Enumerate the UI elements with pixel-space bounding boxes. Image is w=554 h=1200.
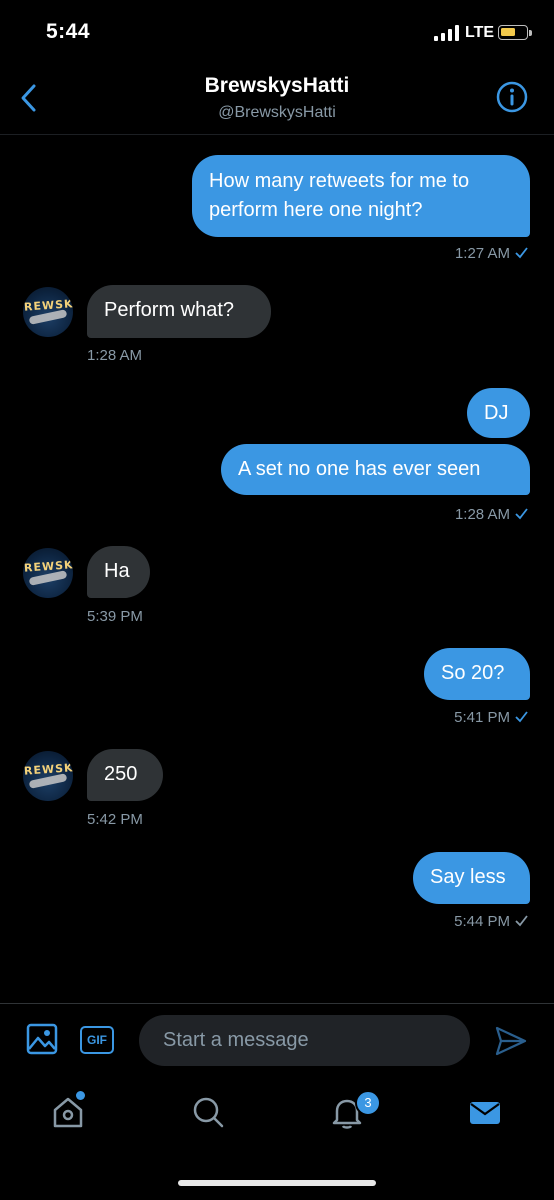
search-icon[interactable] <box>190 1094 226 1130</box>
read-check-icon <box>515 508 528 520</box>
message-bubble-incoming[interactable]: 250 <box>87 749 163 801</box>
network-type: LTE <box>465 24 495 41</box>
conversation-handle: @BrewskysHatti <box>218 104 336 121</box>
battery-icon <box>498 25 528 40</box>
header-divider <box>0 134 554 135</box>
message-timestamp: 5:41 PM <box>454 709 528 726</box>
sent-check-icon <box>515 915 528 927</box>
signal-strength-icon <box>434 25 459 41</box>
conversation-title: BrewskysHatti <box>204 74 350 97</box>
message-timestamp: 5:39 PM <box>87 608 143 625</box>
message-bubble-outgoing[interactable]: How many retweets for me to perform here… <box>192 155 530 237</box>
message-bubble-outgoing[interactable]: So 20? <box>424 648 530 700</box>
message-timestamp: 1:28 AM <box>455 506 528 523</box>
message-text-line: How many retweets for me to <box>209 170 470 192</box>
image-icon[interactable] <box>26 1023 58 1055</box>
message-bubble-incoming[interactable]: Perform what? <box>87 285 271 338</box>
notifications-badge: 3 <box>355 1090 381 1116</box>
composer-divider <box>0 1003 554 1004</box>
read-check-icon <box>515 711 528 723</box>
envelope-icon[interactable] <box>467 1094 503 1130</box>
message-bubble-outgoing[interactable]: DJ <box>467 388 530 438</box>
avatar[interactable]: REWSK <box>23 287 73 337</box>
battery-cap <box>529 30 532 36</box>
message-text-line: perform here one night? <box>209 199 423 221</box>
home-notification-dot <box>76 1091 85 1100</box>
timestamp-text: 1:28 AM <box>454 506 510 523</box>
avatar[interactable]: REWSK <box>23 548 73 598</box>
avatar[interactable]: REWSK <box>23 751 73 801</box>
timestamp-text: 1:27 AM <box>454 245 510 262</box>
gif-button[interactable]: GIF <box>80 1026 114 1054</box>
info-icon[interactable] <box>496 81 528 113</box>
message-timestamp: 5:44 PM <box>454 913 528 930</box>
message-bubble-outgoing[interactable]: Say less <box>413 852 530 904</box>
send-icon[interactable] <box>494 1024 528 1058</box>
timestamp-text: 5:44 PM <box>454 913 510 930</box>
home-indicator <box>178 1180 376 1186</box>
read-check-icon <box>515 247 528 259</box>
status-time: 5:44 <box>46 20 91 43</box>
message-timestamp: 1:27 AM <box>455 245 528 262</box>
message-bubble-outgoing[interactable]: A set no one has ever seen <box>221 444 530 495</box>
message-timestamp: 5:42 PM <box>87 811 143 828</box>
message-input[interactable] <box>139 1015 470 1066</box>
message-bubble-incoming[interactable]: Ha <box>87 546 150 598</box>
message-timestamp: 1:28 AM <box>87 347 143 364</box>
timestamp-text: 5:41 PM <box>454 709 510 726</box>
